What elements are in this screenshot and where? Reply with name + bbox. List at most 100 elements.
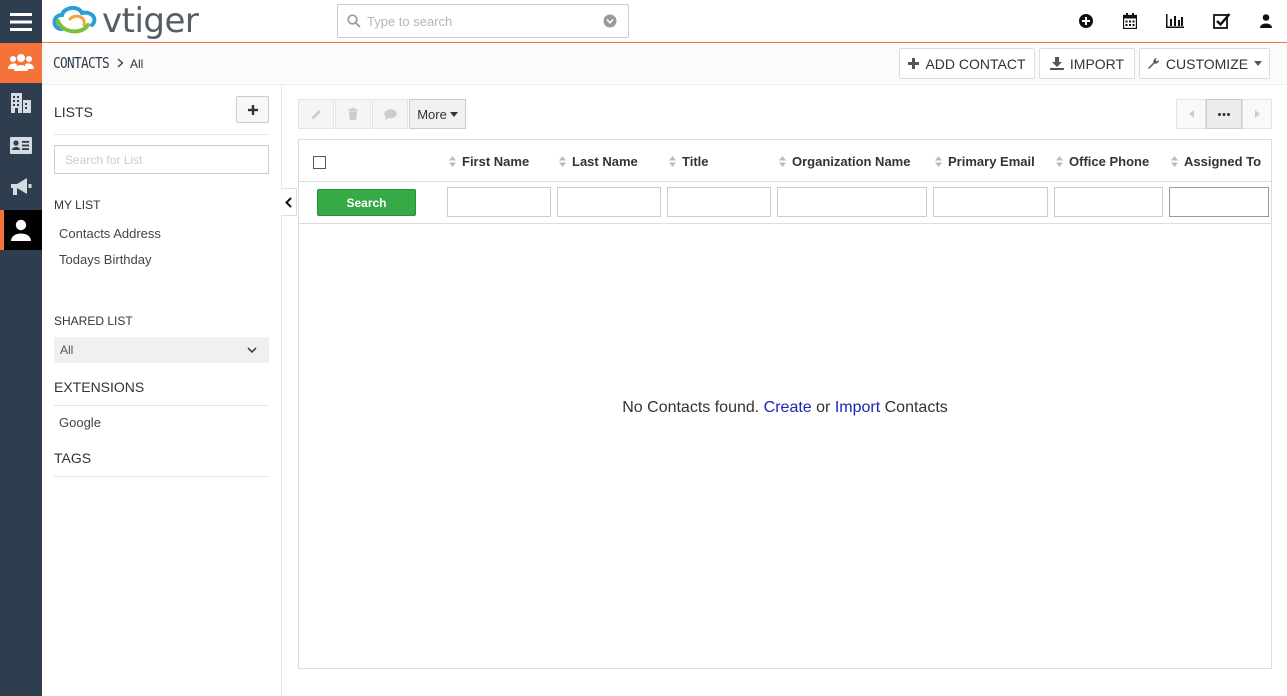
sort-icon <box>935 156 942 167</box>
user-icon[interactable] <box>1260 14 1272 28</box>
search-button[interactable]: Search <box>317 189 416 216</box>
global-search-input[interactable] <box>367 13 587 29</box>
contacts-list-table: First Name Last Name Title Organization … <box>298 139 1272 669</box>
tags-title: TAGS <box>54 450 92 466</box>
pencil-icon <box>311 109 321 119</box>
empty-prefix: No Contacts found. <box>622 399 760 416</box>
delete-button[interactable] <box>335 99 371 129</box>
previous-page-button[interactable] <box>1176 99 1206 129</box>
shared-list-title: SHARED LIST <box>54 314 133 328</box>
column-header-title[interactable]: Title <box>669 154 709 169</box>
my-list-title: MY LIST <box>54 198 101 212</box>
caret-right-icon <box>1254 110 1260 118</box>
rail-contacts-group[interactable] <box>0 43 42 83</box>
column-label: Title <box>682 154 709 169</box>
pagination-controls <box>1176 99 1272 129</box>
global-search-box[interactable] <box>337 4 629 38</box>
column-header-first-name[interactable]: First Name <box>449 154 529 169</box>
more-label: More <box>417 106 447 122</box>
sort-icon <box>1171 156 1178 167</box>
column-label: Primary Email <box>948 154 1035 169</box>
plus-icon <box>908 58 920 69</box>
rail-contacts-person[interactable] <box>0 210 42 250</box>
rail-organizations[interactable] <box>0 83 42 123</box>
column-header-last-name[interactable]: Last Name <box>559 154 638 169</box>
add-contact-label: ADD CONTACT <box>925 55 1026 72</box>
customize-button[interactable]: CUSTOMIZE <box>1139 48 1270 79</box>
sidebar-collapse-toggle[interactable] <box>281 188 297 216</box>
contact-card-icon <box>10 136 32 154</box>
checkbox-tasks-icon[interactable] <box>1213 12 1231 29</box>
filter-last-name-input[interactable] <box>557 187 661 217</box>
plus-icon <box>247 104 258 115</box>
megaphone-icon <box>11 178 32 195</box>
rail-campaigns[interactable] <box>0 167 42 207</box>
sort-icon <box>779 156 786 167</box>
column-header-organization-name[interactable]: Organization Name <box>779 154 910 169</box>
sort-icon <box>669 156 676 167</box>
column-label: Assigned To <box>1184 154 1262 169</box>
comment-button[interactable] <box>372 99 408 129</box>
rail-contact-card[interactable] <box>0 125 42 165</box>
create-link[interactable]: Create <box>764 399 812 416</box>
plus-circle-icon[interactable] <box>1079 14 1093 28</box>
extensions-title: EXTENSIONS <box>54 379 145 395</box>
column-header-assigned-to[interactable]: Assigned To <box>1171 154 1261 169</box>
lists-sidebar: LISTS MY LIST Contacts Address Todays Bi… <box>42 85 282 696</box>
chevron-right-icon <box>117 58 124 68</box>
chevron-down-icon <box>247 346 257 353</box>
empty-state-message: No Contacts found. Create or Import Cont… <box>299 399 1271 417</box>
menu-toggle-button[interactable] <box>0 0 42 43</box>
bar-chart-icon[interactable] <box>1166 14 1184 28</box>
edit-button[interactable] <box>298 99 334 129</box>
import-label: IMPORT <box>1069 55 1125 72</box>
caret-down-icon <box>449 111 458 117</box>
filter-title-input[interactable] <box>667 187 771 217</box>
add-list-button[interactable] <box>236 96 269 123</box>
filter-primary-email-input[interactable] <box>933 187 1048 217</box>
my-list-item[interactable]: Contacts Address <box>59 226 161 241</box>
search-icon <box>347 14 361 28</box>
column-label: Office Phone <box>1069 154 1150 169</box>
wrench-icon <box>1147 57 1159 69</box>
breadcrumb: CONTACTS All <box>53 54 143 72</box>
organizations-icon <box>11 93 31 113</box>
calendar-icon[interactable] <box>1123 13 1137 29</box>
customize-label: CUSTOMIZE <box>1165 55 1249 72</box>
import-link[interactable]: Import <box>835 399 880 416</box>
current-view-label: All <box>130 57 144 71</box>
import-button[interactable]: IMPORT <box>1039 48 1135 79</box>
empty-suffix: Contacts <box>884 399 948 416</box>
search-list-input[interactable] <box>54 145 269 174</box>
vtiger-logo[interactable]: vtiger <box>48 1 199 41</box>
sort-icon <box>1056 156 1063 167</box>
filter-first-name-input[interactable] <box>447 187 551 217</box>
column-label: First Name <box>462 154 530 169</box>
logo-text: vtiger <box>102 1 199 41</box>
more-actions-dropdown[interactable]: More <box>409 99 466 129</box>
column-filter-row: Search <box>299 182 1271 224</box>
module-name-link[interactable]: CONTACTS <box>53 54 110 72</box>
module-header: CONTACTS All ADD CONTACT IMPORT CUSTOMIZ… <box>42 44 1287 85</box>
extension-item-google[interactable]: Google <box>59 415 101 430</box>
select-all-checkbox[interactable] <box>313 156 326 169</box>
top-navbar: vtiger <box>0 0 1287 43</box>
column-header-office-phone[interactable]: Office Phone <box>1056 154 1149 169</box>
cloud-logo-icon <box>52 6 97 34</box>
sort-icon <box>559 156 566 167</box>
filter-organization-name-input[interactable] <box>777 187 927 217</box>
my-list-item[interactable]: Todays Birthday <box>59 252 152 267</box>
divider <box>54 405 269 406</box>
column-label: Last Name <box>572 154 638 169</box>
lists-title: LISTS <box>54 104 93 120</box>
add-contact-button[interactable]: ADD CONTACT <box>899 48 1035 79</box>
column-header-primary-email[interactable]: Primary Email <box>935 154 1035 169</box>
next-page-button[interactable] <box>1242 99 1272 129</box>
filter-assigned-to-input[interactable] <box>1169 187 1269 217</box>
comment-icon <box>383 108 397 120</box>
page-jump-button[interactable] <box>1206 99 1242 129</box>
filter-office-phone-input[interactable] <box>1054 187 1163 217</box>
shared-list-select[interactable]: All <box>54 337 269 363</box>
chevron-down-circle-icon[interactable] <box>603 14 617 28</box>
shared-list-value: All <box>60 343 74 357</box>
